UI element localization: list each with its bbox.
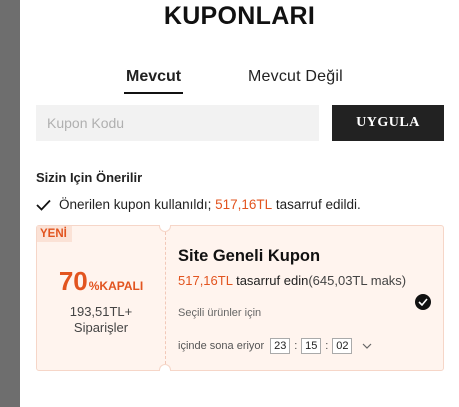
coupons-panel: KUPONLARI Mevcut Mevcut Değil UYGULA Siz…	[20, 0, 459, 407]
applied-notice-amount: 517,16TL	[215, 197, 273, 212]
countdown-minutes: 15	[301, 338, 322, 354]
coupon-code-input[interactable]	[36, 105, 319, 141]
expiry-countdown: içinde sona eriyor 23 : 15 : 02	[178, 338, 372, 354]
coupon-notch-top	[159, 225, 171, 232]
selected-check-icon[interactable]	[415, 294, 431, 310]
applied-notice-suffix: tasarruf edildi.	[275, 197, 361, 212]
min-order-label: Siparişler	[73, 320, 129, 335]
savings-max: (645,03TL maks)	[308, 273, 407, 288]
apply-button[interactable]: UYGULA	[332, 105, 444, 141]
countdown-separator: :	[325, 340, 329, 352]
coupon-savings: 517,16TL tasarruf edin(645,03TL maks)	[178, 273, 408, 288]
expiry-label: içinde sona eriyor	[178, 340, 265, 352]
savings-amount: 517,16TL	[178, 273, 233, 288]
backdrop-overlay	[0, 0, 20, 407]
discount-value: 70	[58, 266, 88, 296]
countdown-seconds: 02	[332, 338, 353, 354]
tab-available[interactable]: Mevcut	[123, 68, 184, 94]
coupon-scope: Seçili ürünler için	[178, 307, 262, 319]
check-icon	[36, 199, 51, 211]
coupon-notch-bottom	[159, 364, 171, 371]
discount-suffix: %KAPALI	[88, 279, 144, 293]
tab-unavailable[interactable]: Mevcut Değil	[248, 68, 343, 86]
countdown-hours: 23	[270, 338, 291, 354]
coupon-name: Site Geneli Kupon	[178, 247, 321, 265]
coupon-card[interactable]: YENİ 70%KAPALI 193,51TL+ Siparişler Site…	[36, 225, 444, 371]
countdown-separator: :	[294, 340, 298, 352]
coupon-divider	[165, 232, 166, 364]
section-title-recommended: Sizin Için Önerilir	[36, 170, 143, 185]
chevron-down-icon[interactable]	[362, 343, 372, 349]
applied-notice-prefix: Önerilen kupon kullanıldı;	[59, 197, 212, 212]
page-title: KUPONLARI	[163, 2, 316, 30]
savings-text: tasarruf edin	[236, 273, 309, 288]
minimum-order: 193,51TL+ Siparişler	[37, 304, 165, 336]
min-order-amount: 193,51TL+	[69, 304, 133, 319]
new-badge: YENİ	[37, 226, 72, 242]
applied-coupon-notice: Önerilen kupon kullanıldı; 517,16TL tasa…	[36, 197, 361, 212]
discount-amount: 70%KAPALI	[37, 266, 165, 297]
